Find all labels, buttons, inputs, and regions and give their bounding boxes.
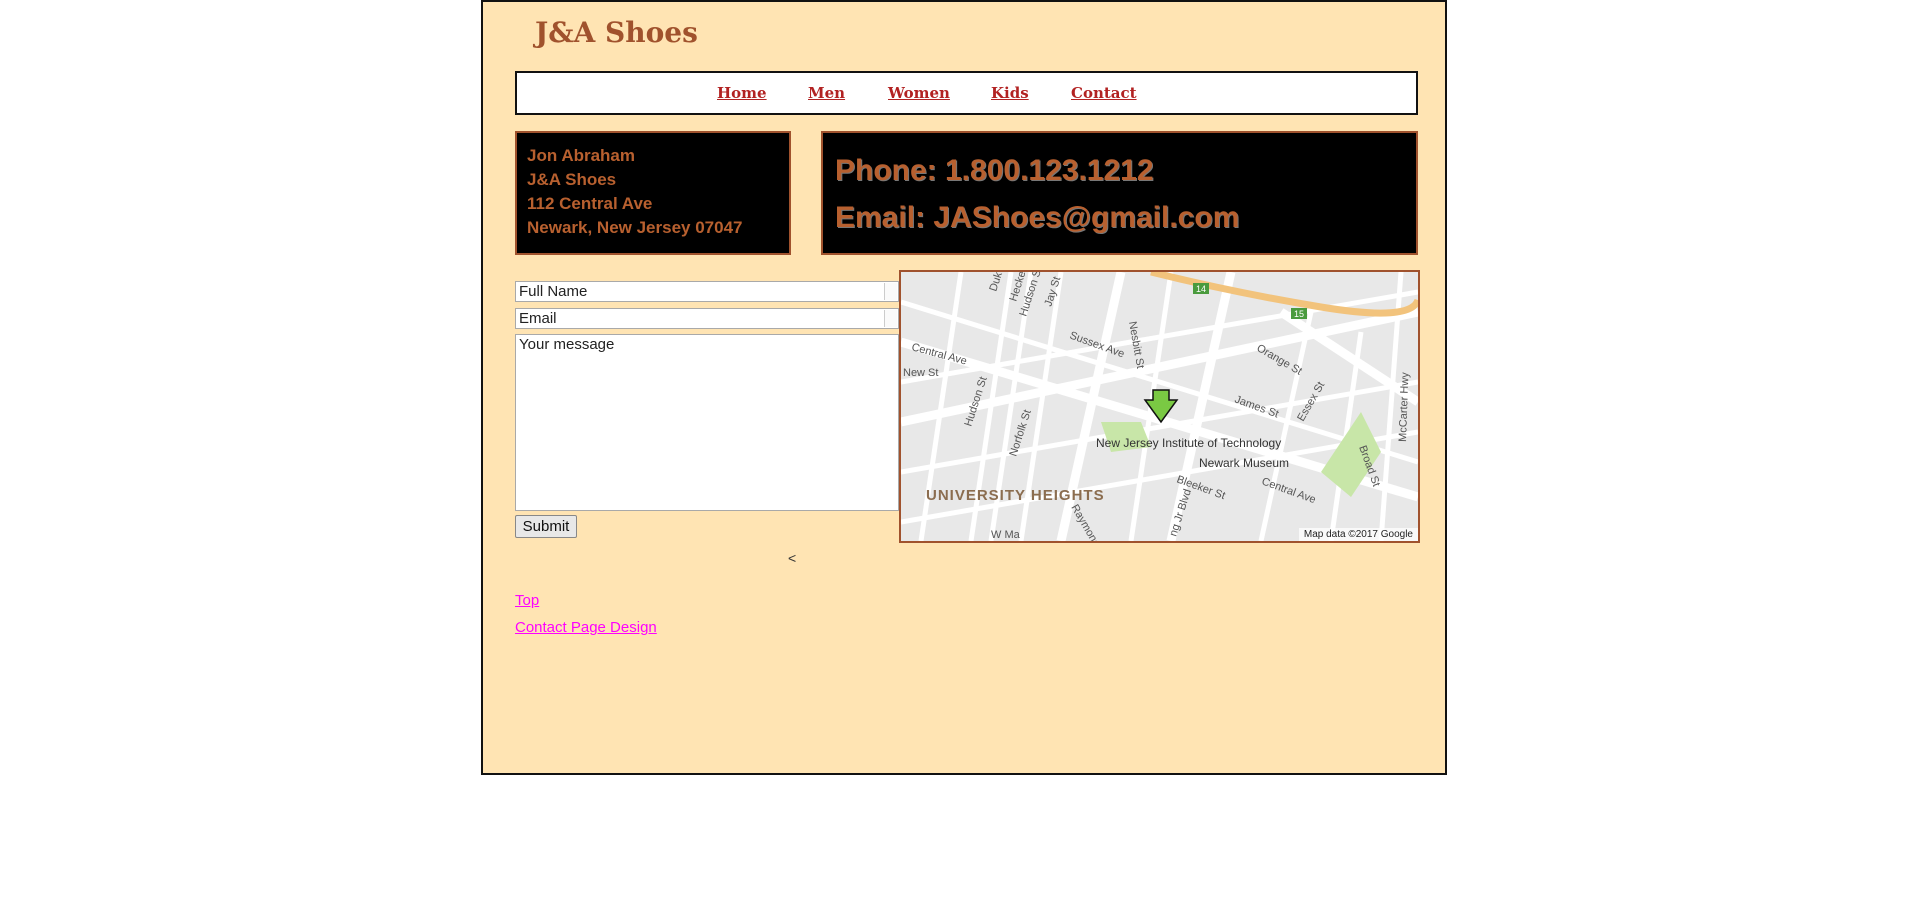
top-link[interactable]: Top — [515, 592, 539, 609]
nav-home[interactable]: Home — [717, 84, 767, 102]
field-resize-grip[interactable] — [884, 283, 897, 300]
map-street-label: W Ma — [991, 529, 1021, 541]
map-canvas: Central Ave New St Hudson St Norfolk St … — [901, 272, 1418, 541]
phone-text: Phone: 1.800.123.1212 — [835, 154, 1154, 187]
route-shield-label: 14 — [1196, 284, 1206, 294]
address-name: Jon Abraham — [527, 146, 636, 165]
main-nav: Home Men Women Kids Contact — [515, 71, 1418, 115]
nav-men[interactable]: Men — [808, 84, 845, 102]
email-text: Email: JAShoes@gmail.com — [835, 201, 1240, 234]
map-embed[interactable]: Central Ave New St Hudson St Norfolk St … — [899, 270, 1420, 543]
nav-contact[interactable]: Contact — [1071, 84, 1137, 102]
site-title: J&A Shoes — [535, 16, 698, 49]
full-name-input[interactable] — [515, 281, 899, 302]
address-box: Jon Abraham J&A Shoes 112 Central Ave Ne… — [515, 131, 791, 255]
contact-box: Phone: 1.800.123.1212 Email: JAShoes@gma… — [821, 131, 1418, 255]
address-street: 112 Central Ave — [527, 194, 653, 213]
contact-page-design-link[interactable]: Contact Page Design — [515, 619, 657, 636]
stray-character: < — [788, 550, 797, 566]
address-company: J&A Shoes — [527, 170, 617, 189]
email-input[interactable] — [515, 308, 899, 329]
address-city: Newark, New Jersey 07047 — [527, 218, 743, 237]
map-poi-label: New Jersey Institute of Technology — [1096, 436, 1281, 450]
message-textarea[interactable] — [515, 334, 899, 511]
nav-women[interactable]: Women — [888, 84, 950, 102]
map-area-label: UNIVERSITY HEIGHTS — [926, 487, 1105, 504]
map-poi-label: Newark Museum — [1199, 456, 1289, 470]
submit-button[interactable]: Submit — [515, 515, 577, 538]
field-resize-grip[interactable] — [884, 310, 897, 327]
map-street-label: McCarter Hwy — [1397, 372, 1411, 443]
map-credit: Map data ©2017 Google — [1298, 528, 1418, 541]
page-container: J&A Shoes Home Men Women Kids Contact Jo… — [481, 0, 1447, 775]
route-shield-label: 15 — [1294, 309, 1304, 319]
map-street-label: New St — [903, 367, 938, 379]
nav-kids[interactable]: Kids — [991, 84, 1029, 102]
